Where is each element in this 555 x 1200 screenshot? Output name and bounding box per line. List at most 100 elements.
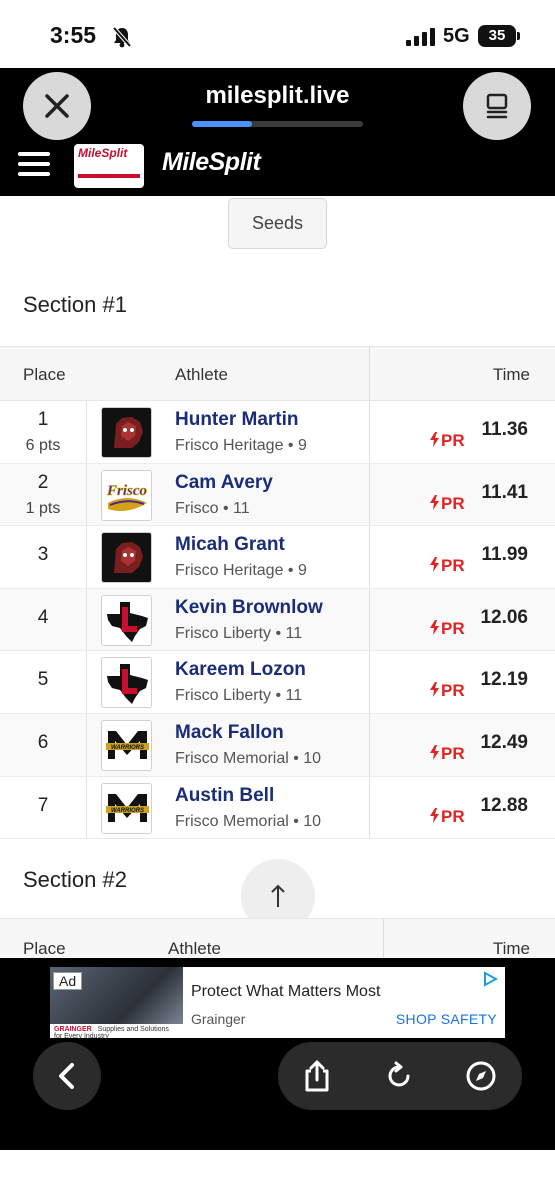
reader-mode-button[interactable] [463,72,531,140]
place-number: 3 [37,544,49,566]
header-time: Time [492,365,530,384]
lightning-icon [430,682,439,698]
signal-icon [406,28,436,51]
network-label: 5G [443,25,470,47]
ad-cta-link[interactable]: SHOP SAFETY [396,1011,497,1027]
column-divider [369,401,370,463]
pr-badge: PR [430,494,465,514]
ad-headline[interactable]: Protect What Matters Most [191,983,380,1001]
result-time: 11.41 [481,481,529,503]
status-bar: 3:55 5G 35 [0,0,555,68]
athlete-team-grade: Frisco • 11 [175,499,250,517]
place-number: 5 [37,669,49,691]
column-divider [369,651,370,713]
place-number: 2 [37,471,49,493]
status-time: 3:55 [50,22,97,48]
athlete-team-grade: Frisco Heritage • 9 [175,562,307,580]
pr-label: PR [441,681,465,701]
cell-divider [86,651,87,713]
ad-banner[interactable]: Ad GRAINGER Supplies and Solutions for E… [50,967,505,1040]
table-row[interactable]: 4 Kevin Brownlow Frisco Liberty • 11 PR 12.0… [0,588,555,652]
ad-image-caption: GRAINGER Supplies and Solutions for Ever… [50,1024,183,1040]
hamburger-icon[interactable] [18,152,50,182]
team-logo[interactable] [101,532,152,584]
pr-label: PR [441,806,465,826]
cell-divider [86,713,87,776]
pr-label: PR [441,493,465,513]
back-button[interactable] [33,1042,101,1110]
results-table: Place Athlete Time 1 6 pts Hunter Martin Fr… [0,346,555,840]
table-header: Place Athlete Time [0,347,555,401]
header-place: Place [23,939,66,958]
arrow-up-icon [271,884,285,907]
page-load-progress-fill [192,121,252,127]
column-divider [369,463,370,526]
lightning-icon [430,432,439,447]
table-row[interactable]: 2 1 pts Frisco Cam Avery Frisco • 11 PR 11.41 [0,463,555,527]
athlete-team-grade: Frisco Heritage • 9 [175,437,307,454]
share-icon [305,1060,329,1092]
athlete-team-grade: Frisco Liberty • 11 [175,624,303,642]
team-logo[interactable] [101,407,152,458]
athlete-name-link[interactable]: Austin Bell [175,785,274,807]
battery-icon: 35 [478,25,520,47]
athlete-name-link[interactable]: Kareem Lozon [175,659,306,681]
athlete-name-link[interactable]: Mack Fallon [175,722,284,744]
share-button[interactable] [300,1059,334,1093]
result-time: 12.49 [480,731,528,753]
team-logo[interactable] [101,594,152,646]
athlete-name-link[interactable]: Hunter Martin [175,409,299,431]
pr-badge: PR [430,681,465,701]
table-row[interactable]: 1 6 pts Hunter Martin Frisco Heritage • 9 PR… [0,401,555,464]
athlete-team-grade: Frisco Memorial • 10 [175,812,322,830]
battery-level: 35 [488,27,506,44]
compass-icon [466,1061,496,1091]
ad-image[interactable]: Ad GRAINGER Supplies and Solutions for E… [50,967,183,1040]
result-time: 11.36 [481,419,529,440]
page-load-progress [192,121,363,127]
site-brand[interactable]: MileSplit [162,148,261,177]
svg-text:WARRIORS: WARRIORS [111,745,144,751]
site-logo-badge[interactable]: MileSplit [74,144,144,188]
table-row[interactable]: 6 WARRIORS Mack Fallon Frisco Memorial • 10… [0,713,555,777]
lightning-icon [430,744,439,760]
athlete-name-link[interactable]: Micah Grant [175,534,285,556]
team-logo[interactable] [101,657,152,709]
pr-label: PR [441,556,465,576]
lightning-icon [430,807,439,823]
result-time: 12.88 [480,794,528,816]
column-divider [369,713,370,776]
header-time: Time [492,939,530,958]
seeds-button[interactable]: Seeds [228,198,327,249]
svg-text:Frisco: Frisco [106,483,147,499]
pr-label: PR [441,743,465,763]
table-row[interactable]: 3 Micah Grant Frisco Heritage • 9 PR 11.99 [0,526,555,589]
place-number: 6 [37,731,49,753]
table-row[interactable]: 7 WARRIORS Austin Bell Frisco Memorial • 10… [0,776,555,840]
athlete-name-link[interactable]: Kevin Brownlow [175,597,323,619]
table-body: 1 6 pts Hunter Martin Frisco Heritage • 9 PR… [0,401,555,840]
result-time: 12.19 [480,669,528,691]
athlete-name-link[interactable]: Cam Avery [175,472,273,494]
cell-divider [86,526,87,588]
browser-top-bar: milesplit.live MileSplit MileSplit [0,68,555,196]
team-logo[interactable]: WARRIORS [101,782,152,834]
chevron-left-icon [59,1063,74,1089]
lightning-icon [430,557,439,573]
table-header: Place Athlete Time [0,918,555,958]
logo-badge-text: MileSplit [78,146,128,160]
reload-button[interactable] [382,1059,416,1093]
lightning-icon [430,619,439,635]
ad-choices-icon[interactable] [482,971,499,992]
table-row[interactable]: 5 Kareem Lozon Frisco Liberty • 11 PR 12.19 [0,651,555,714]
cell-divider [86,401,87,463]
column-divider [369,347,370,400]
ad-tag: Ad [53,972,83,990]
header-athlete: Athlete [168,939,221,958]
team-logo[interactable]: WARRIORS [101,719,152,771]
compass-button[interactable] [464,1059,498,1093]
column-divider [369,526,370,588]
browser-actions [278,1042,522,1110]
team-logo[interactable]: Frisco [101,469,152,521]
header-athlete: Athlete [175,365,228,384]
